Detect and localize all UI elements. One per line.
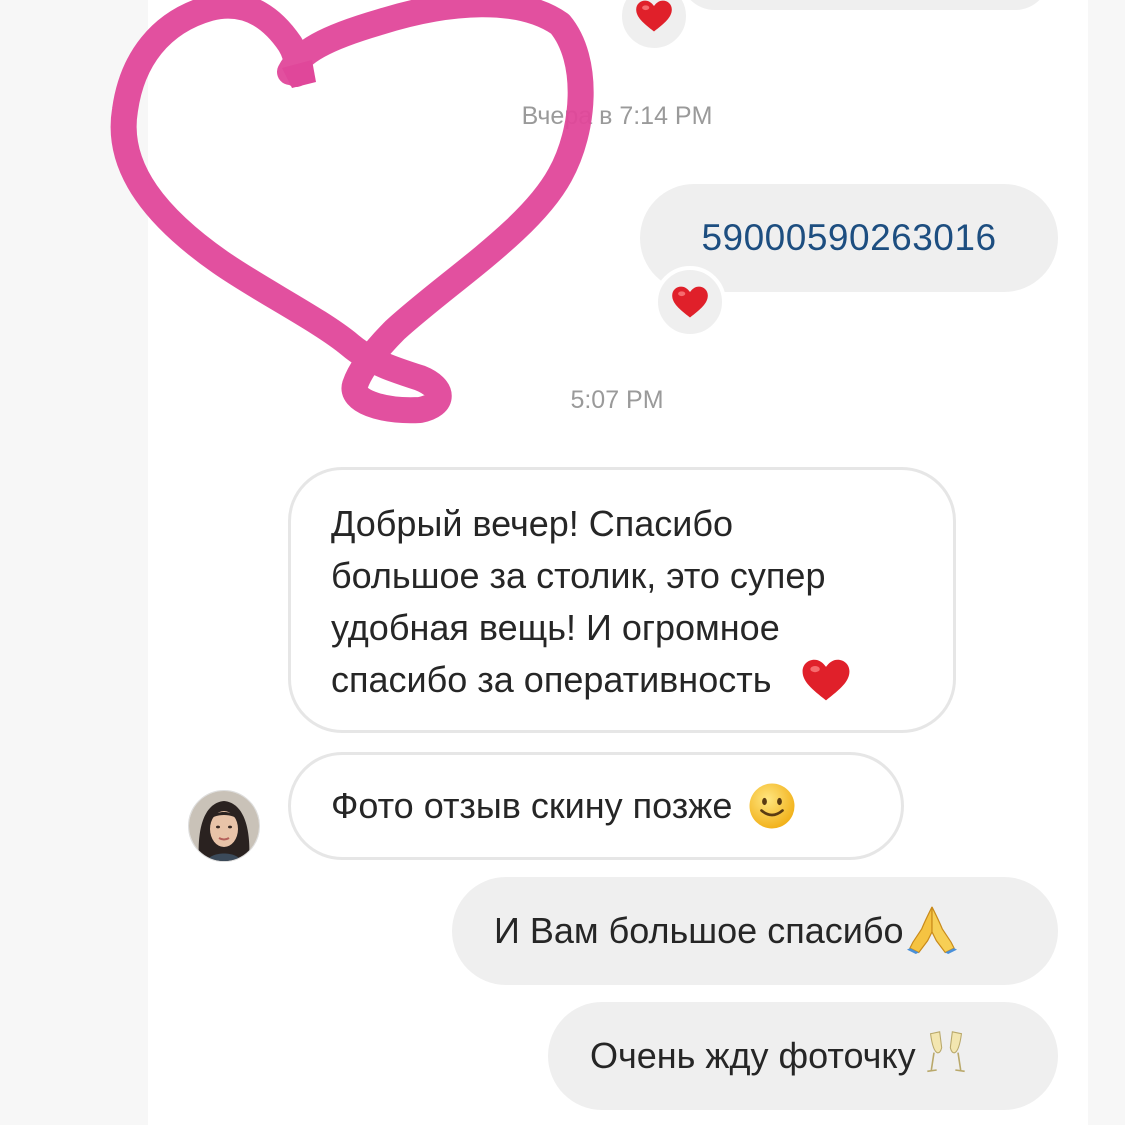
message-line: большое за столик, это супер <box>331 555 826 596</box>
incoming-message-thanks[interactable]: Добрый вечер! Спасибо большое за столик,… <box>288 467 956 733</box>
message-line-last: спасибо за оперативность <box>331 654 917 706</box>
partial-outgoing-bubble[interactable] <box>680 0 1050 10</box>
code-heart-reaction[interactable] <box>654 266 726 338</box>
red-heart-icon <box>803 660 850 701</box>
folded-hands-icon <box>907 906 958 954</box>
clinking-glasses-icon <box>926 1031 965 1073</box>
message-line: спасибо за оперативность <box>331 659 772 700</box>
timestamp-yesterday: Вчера в 7:14 PM <box>521 102 713 130</box>
timestamp-today: 5:07 PM <box>570 386 664 414</box>
slightly-smiling-face-icon <box>749 783 795 829</box>
outgoing-message-thanks[interactable]: И Вам большое спасибо <box>452 877 1058 985</box>
outgoing-message-waiting-photo[interactable]: Очень жду фоточку <box>548 1002 1058 1110</box>
avatar-photo <box>189 791 259 861</box>
message-text: И Вам большое спасибо <box>494 910 904 951</box>
message-text: Фото отзыв скину позже <box>331 785 733 826</box>
message-code-link[interactable]: 59000590263016 <box>701 212 996 264</box>
heart-icon <box>672 286 708 318</box>
message-line: Добрый вечер! Спасибо <box>331 503 734 544</box>
incoming-message-photo-review[interactable]: Фото отзыв скину позже <box>288 752 904 860</box>
heart-icon <box>636 0 672 32</box>
message-text: Очень жду фоточку <box>590 1035 916 1076</box>
message-line: удобная вещь! И огромное <box>331 607 780 648</box>
sender-avatar[interactable] <box>188 790 260 862</box>
